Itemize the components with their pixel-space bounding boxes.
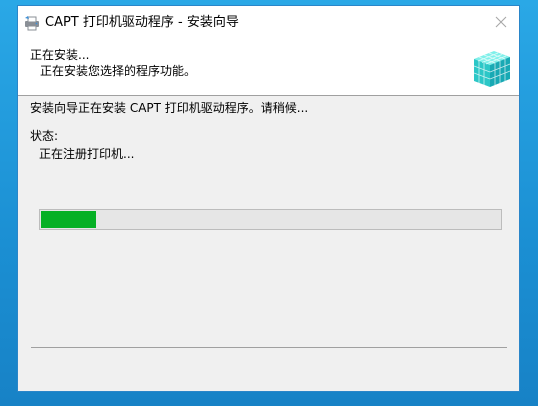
close-button[interactable] bbox=[483, 6, 519, 38]
printer-setup-icon bbox=[24, 15, 40, 31]
install-progress-bar bbox=[39, 209, 502, 230]
header-subtitle: 正在安装您选择的程序功能。 bbox=[40, 64, 197, 78]
install-cubes-graphic bbox=[468, 45, 514, 89]
status-label: 状态: bbox=[30, 129, 59, 143]
header-title: 正在安装... bbox=[30, 48, 90, 62]
title-bar[interactable]: CAPT 打印机驱动程序 - 安装向导 bbox=[18, 6, 519, 40]
footer-divider bbox=[31, 347, 507, 348]
status-value: 正在注册打印机... bbox=[39, 147, 135, 161]
close-icon bbox=[495, 16, 507, 28]
header-divider bbox=[18, 95, 519, 96]
window-title: CAPT 打印机驱动程序 - 安装向导 bbox=[45, 15, 239, 30]
installer-window: CAPT 打印机驱动程序 - 安装向导 正在安装... 正在安装您选择的程序功能… bbox=[17, 5, 520, 392]
install-message: 安装向导正在安装 CAPT 打印机驱动程序。请稍候... bbox=[30, 101, 309, 115]
wizard-header: 正在安装... 正在安装您选择的程序功能。 bbox=[18, 40, 519, 95]
progress-fill bbox=[41, 211, 97, 228]
